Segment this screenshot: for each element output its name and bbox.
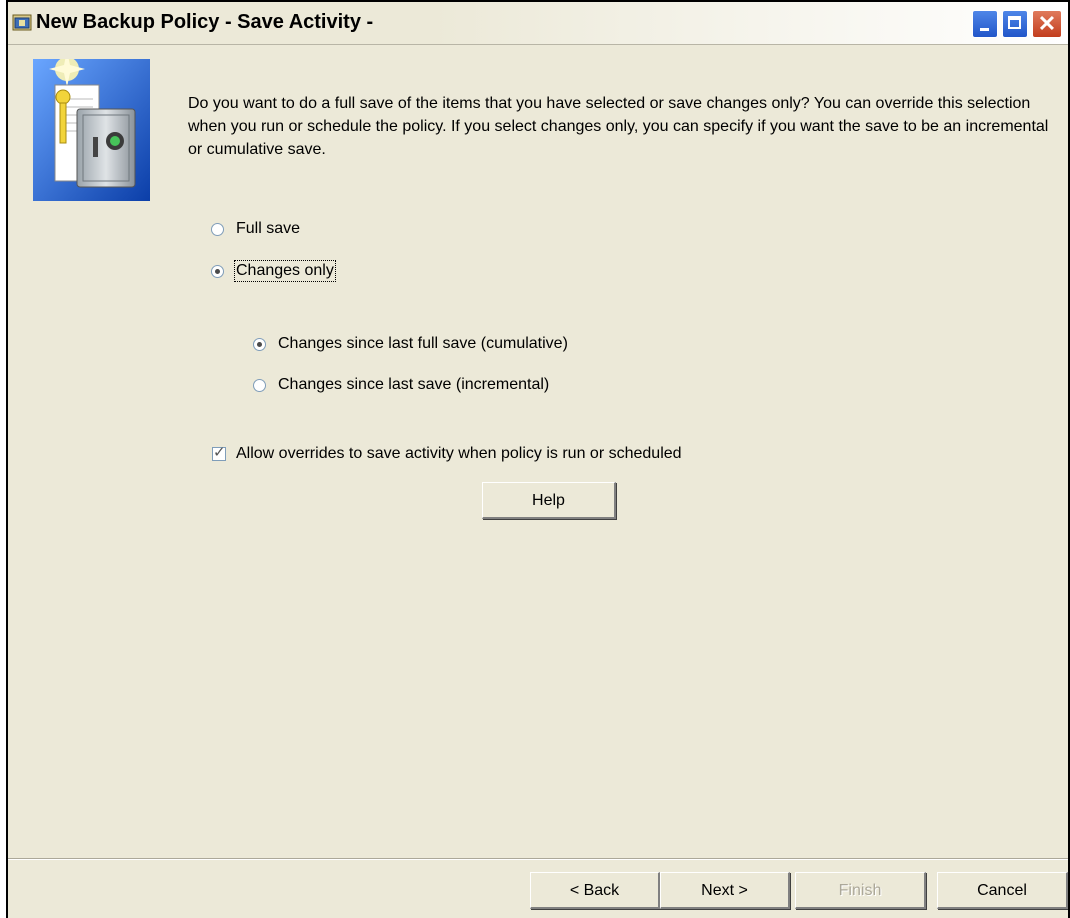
minimize-icon bbox=[980, 28, 989, 31]
checkbox-label: Allow overrides to save activity when po… bbox=[236, 445, 682, 462]
checkbox[interactable]: ✓ bbox=[212, 444, 226, 461]
help-button[interactable]: Help bbox=[482, 482, 616, 519]
check-mark-icon: ✓ bbox=[213, 444, 226, 461]
allow-overrides-checkbox[interactable]: ✓ Allow overrides to save activity when … bbox=[212, 444, 682, 463]
back-button[interactable]: < Back bbox=[530, 872, 660, 909]
radio-label: Changes since last full save (cumulative… bbox=[278, 335, 568, 352]
close-icon: ✕ bbox=[1037, 11, 1057, 36]
radio-cumulative[interactable]: Changes since last full save (cumulative… bbox=[253, 335, 568, 353]
radio-label: Changes only bbox=[234, 260, 336, 282]
radio-label: Full save bbox=[236, 220, 301, 237]
maximize-icon bbox=[1008, 16, 1021, 29]
safe-with-key-icon bbox=[33, 59, 150, 201]
title-bar[interactable]: New Backup Policy - Save Activity - ✕ bbox=[8, 2, 1068, 45]
footer-divider bbox=[8, 858, 1068, 860]
radio-label: Changes since last save (incremental) bbox=[278, 376, 550, 393]
maximize-button[interactable] bbox=[1002, 10, 1028, 38]
radio-button[interactable] bbox=[253, 337, 266, 351]
app-window-icon bbox=[12, 14, 32, 31]
radio-full-save[interactable]: Full save bbox=[211, 220, 300, 238]
finish-button[interactable]: Finish bbox=[795, 872, 926, 909]
intro-text: Do you want to do a full save of the ite… bbox=[188, 95, 1049, 158]
cancel-button[interactable]: Cancel bbox=[937, 872, 1068, 909]
radio-button[interactable] bbox=[253, 378, 266, 392]
radio-button[interactable] bbox=[211, 222, 224, 236]
next-button[interactable]: Next > bbox=[660, 872, 790, 909]
window-title: New Backup Policy - Save Activity - bbox=[36, 11, 374, 33]
radio-changes-only[interactable]: Changes only bbox=[211, 260, 336, 282]
close-button[interactable]: ✕ bbox=[1032, 10, 1062, 38]
wizard-window: New Backup Policy - Save Activity - ✕ Do… bbox=[6, 0, 1070, 918]
radio-incremental[interactable]: Changes since last save (incremental) bbox=[253, 376, 549, 394]
minimize-button[interactable] bbox=[972, 10, 998, 38]
radio-button[interactable] bbox=[211, 264, 224, 278]
